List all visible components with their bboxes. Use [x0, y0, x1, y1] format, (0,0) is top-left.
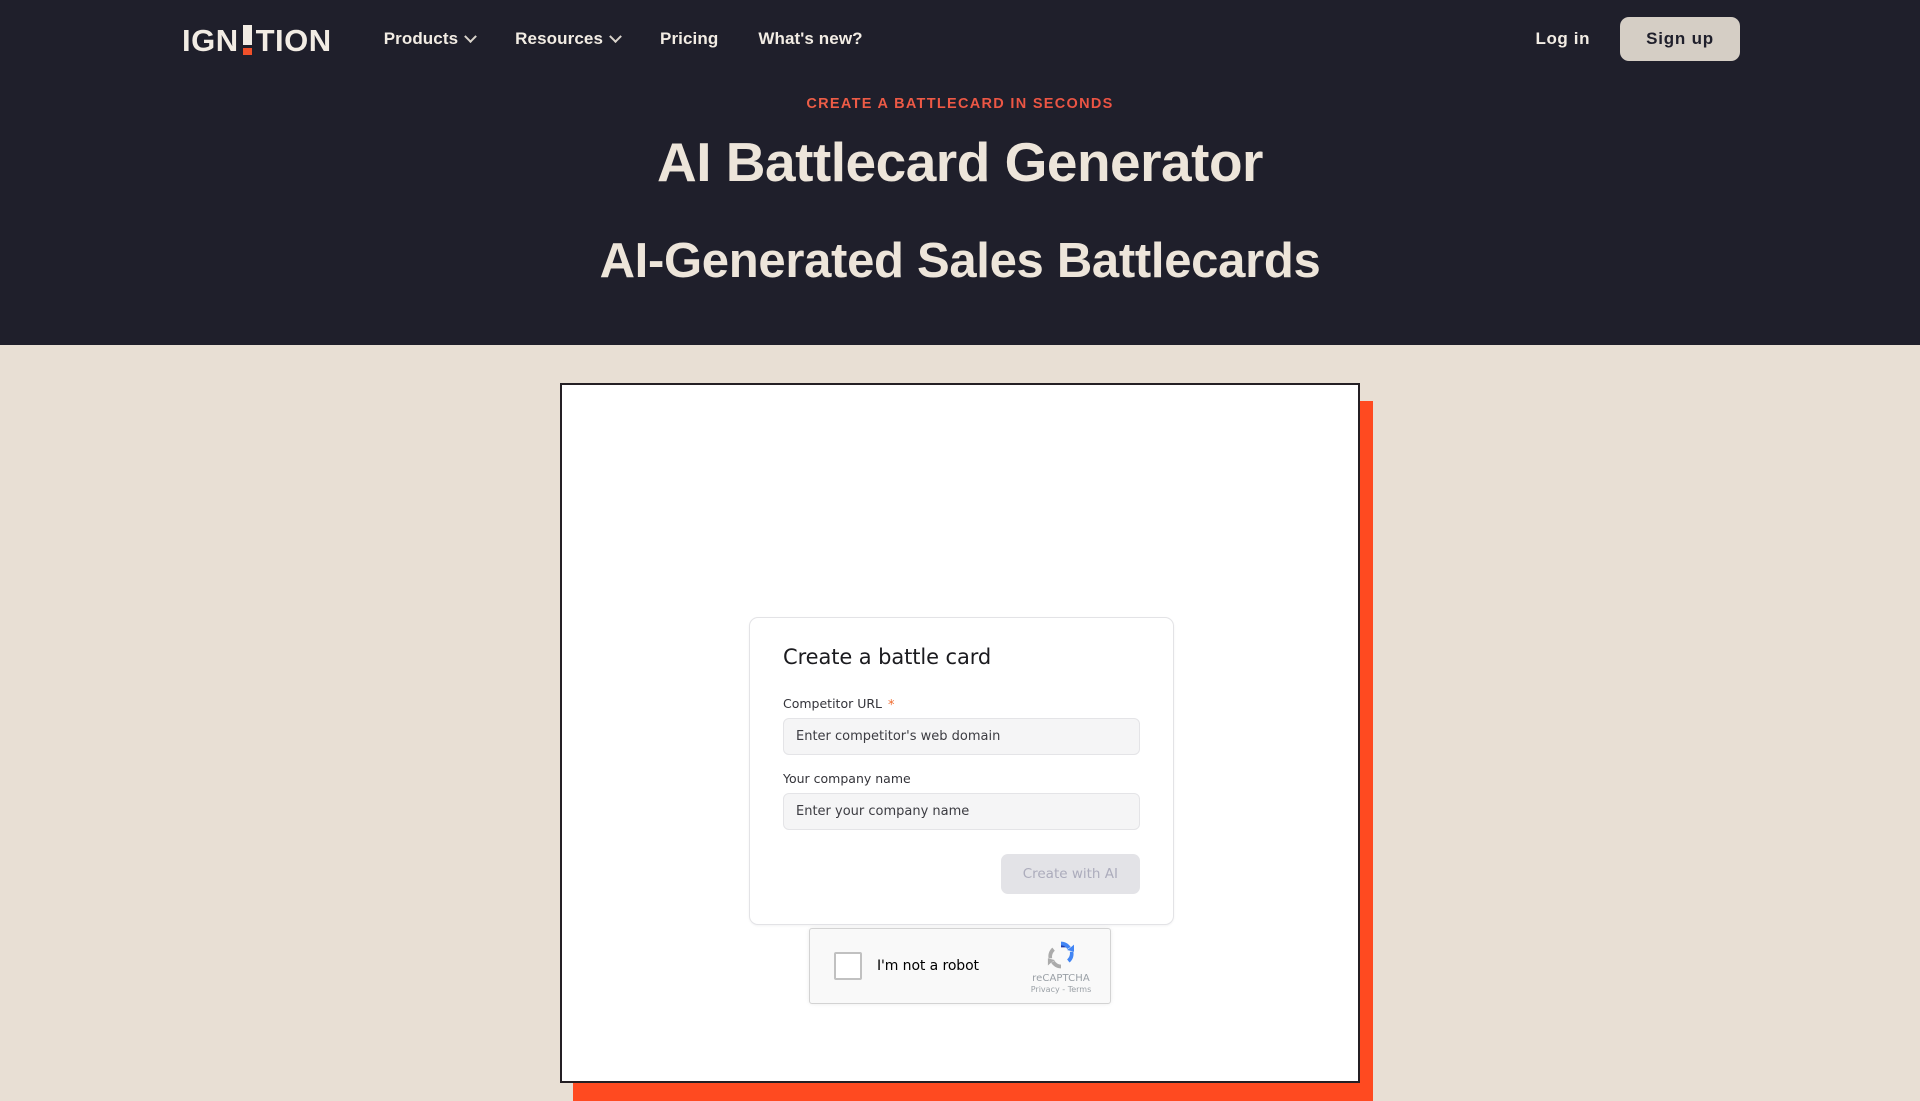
logo-text: IGN TION: [182, 25, 332, 56]
recaptcha-branding: reCAPTCHA Privacy - Terms: [1024, 939, 1098, 994]
nav-actions: Log in Sign up: [1535, 17, 1740, 61]
site-logo[interactable]: IGN TION: [182, 22, 332, 56]
recaptcha-legal-links: Privacy - Terms: [1024, 985, 1098, 994]
recaptcha-label: I'm not a robot: [877, 958, 979, 974]
page-body: Create a battle card Competitor URL * Yo…: [0, 345, 1920, 1101]
signup-button[interactable]: Sign up: [1620, 17, 1740, 61]
nav-item-resources[interactable]: Resources: [515, 29, 622, 49]
recaptcha-checkbox[interactable]: [834, 952, 862, 980]
logo-text-part-one: IGN: [182, 23, 239, 58]
hero-eyebrow: CREATE A BATTLECARD IN SECONDS: [0, 96, 1920, 112]
exclamation-mark-logo-icon: [242, 25, 252, 56]
top-navigation-bar: IGN TION Products Resources Pricing What…: [0, 0, 1920, 78]
battlecard-form-card: Create a battle card Competitor URL * Yo…: [749, 617, 1174, 925]
field-company-name: Your company name: [783, 771, 1140, 830]
login-link[interactable]: Log in: [1535, 29, 1590, 49]
recaptcha-terms-link[interactable]: Terms: [1068, 985, 1092, 994]
nav-item-resources-label: Resources: [515, 29, 604, 48]
recaptcha-brand-name: reCAPTCHA: [1032, 972, 1090, 984]
recaptcha-legal-separator: -: [1059, 984, 1068, 994]
hero-heading: AI Battlecard Generator: [657, 131, 1263, 193]
create-with-ai-button[interactable]: Create with AI: [1000, 854, 1140, 894]
recaptcha-privacy-link[interactable]: Privacy: [1031, 985, 1060, 994]
recaptcha-widget[interactable]: I'm not a robot reCAPTCHA Privacy - Term…: [809, 928, 1111, 1004]
nav-item-whats-new[interactable]: What's new?: [758, 29, 862, 49]
hero-subheading: AI-Generated Sales Battlecards: [599, 234, 1321, 288]
nav-links: Products Resources Pricing What's new?: [384, 29, 863, 49]
form-title: Create a battle card: [783, 645, 992, 669]
hero-section: IGN TION Products Resources Pricing What…: [0, 0, 1920, 345]
nav-item-whats-new-label: What's new?: [758, 29, 863, 48]
field-label-company-name-text: Your company name: [783, 771, 911, 786]
form-actions: Create with AI: [783, 854, 1140, 894]
required-asterisk-icon: *: [888, 698, 895, 713]
logo-text-part-two: TION: [255, 23, 332, 58]
field-label-company-name: Your company name: [783, 771, 1140, 786]
company-name-input[interactable]: [783, 793, 1140, 830]
field-label-competitor-url-text: Competitor URL: [783, 696, 883, 711]
competitor-url-input[interactable]: [783, 718, 1140, 755]
field-competitor-url: Competitor URL *: [783, 696, 1140, 755]
nav-item-pricing[interactable]: Pricing: [660, 29, 718, 49]
nav-item-products-label: Products: [383, 29, 459, 48]
recaptcha-logo-icon: [1047, 941, 1074, 968]
chevron-down-icon: [464, 29, 478, 43]
field-label-competitor-url: Competitor URL *: [783, 696, 1140, 713]
chevron-down-icon: [609, 29, 622, 43]
nav-item-pricing-label: Pricing: [660, 29, 719, 48]
nav-item-products[interactable]: Products: [383, 29, 478, 49]
